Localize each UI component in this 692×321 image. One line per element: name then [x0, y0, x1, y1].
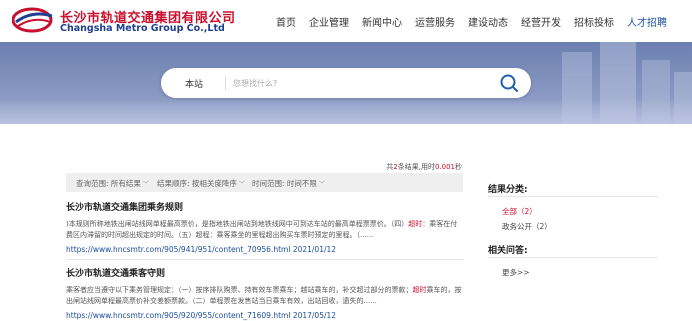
result-item: 长沙市轨道交通乘客守则 乘客者应当遵守以下乘务管理规定：（一）按序排队购票、持有…: [66, 266, 464, 320]
result-title[interactable]: 长沙市轨道交通乘客守则: [66, 266, 464, 279]
related-more-link[interactable]: 更多>>: [502, 267, 530, 278]
nav-item-bidding[interactable]: 招标投标: [574, 14, 614, 29]
search-input[interactable]: [233, 73, 483, 93]
result-item: 长沙市轨道交通集团乘务规则 )本规则所称地铁出闸站线网单程最高票价，是指地铁出闸…: [66, 200, 464, 254]
category-all[interactable]: 全部（2）: [502, 206, 537, 217]
filter-bar: 查询范围: 所有结果 ﹀ 结果顺序: 按相关度降序 ﹀ 时间范围: 时间不限 ﹀: [66, 173, 463, 192]
filter-order[interactable]: 结果顺序: 按相关度降序 ﹀: [157, 178, 245, 189]
result-count: 共2条结果,用时0.001秒: [386, 163, 462, 171]
main-nav: 首页 企业管理 新闻中心 运营服务 建设动态 经营开发 招标投标 人才招聘: [276, 0, 680, 42]
result-url[interactable]: https://www.hncsmtr.com/905/941/951/cont…: [66, 245, 464, 254]
result-date: 2021/01/12: [292, 245, 337, 254]
nav-item-business[interactable]: 经营开发: [521, 14, 561, 29]
banner-fade: [0, 98, 692, 124]
nav-item-operation[interactable]: 运营服务: [415, 14, 455, 29]
company-logo[interactable]: 长沙市轨道交通集团有限公司 Changsha Metro Group Co.,L…: [12, 4, 235, 38]
nav-item-management[interactable]: 企业管理: [309, 14, 349, 29]
highlight-keyword: 超时: [408, 220, 423, 228]
search-scope-select[interactable]: 本站: [185, 77, 203, 90]
sidebar-divider: [488, 257, 658, 258]
metro-logo-icon: [12, 7, 53, 33]
related-qa-title: 相关问答:: [488, 246, 528, 256]
result-date: 2017/05/12: [292, 311, 337, 320]
sidebar-divider: [488, 196, 658, 197]
search-divider: [225, 76, 226, 90]
chevron-down-icon: ﹀: [318, 181, 325, 188]
category-title: 结果分类:: [488, 185, 528, 195]
nav-item-news[interactable]: 新闻中心: [362, 14, 402, 29]
result-url[interactable]: https://www.hncsmtr.com/905/920/955/cont…: [66, 311, 464, 320]
filter-time[interactable]: 时间范围: 时间不限 ﹀: [252, 178, 325, 189]
nav-item-recruitment[interactable]: 人才招聘: [627, 14, 667, 29]
nav-item-home[interactable]: 首页: [276, 14, 296, 29]
result-title[interactable]: 长沙市轨道交通集团乘务规则: [66, 200, 464, 213]
chevron-down-icon: ﹀: [142, 181, 149, 188]
filter-scope[interactable]: 查询范围: 所有结果 ﹀: [76, 178, 149, 189]
highlight-keyword: 超时: [412, 286, 427, 294]
result-snippet: )本规则所称地铁出闸站线网单程最高票价，是指地铁出闸站到地铁线网中可到达车站的最…: [66, 220, 458, 239]
search-bar: 本站: [161, 68, 531, 98]
logo-english-name: Changsha Metro Group Co.,Ltd: [60, 23, 225, 34]
result-divider: [66, 259, 464, 260]
site-header: 长沙市轨道交通集团有限公司 Changsha Metro Group Co.,L…: [0, 0, 692, 42]
search-icon[interactable]: [499, 73, 519, 93]
nav-item-construction[interactable]: 建设动态: [468, 14, 508, 29]
category-government[interactable]: 政务公开（2）: [502, 221, 552, 232]
result-time: 0.001: [434, 163, 455, 171]
chevron-down-icon: ﹀: [238, 181, 245, 188]
result-snippet: 乘客者应当遵守以下乘务管理规定：（一）按序排队购票、持有效车票乘车；越站乘车的，…: [66, 286, 462, 305]
